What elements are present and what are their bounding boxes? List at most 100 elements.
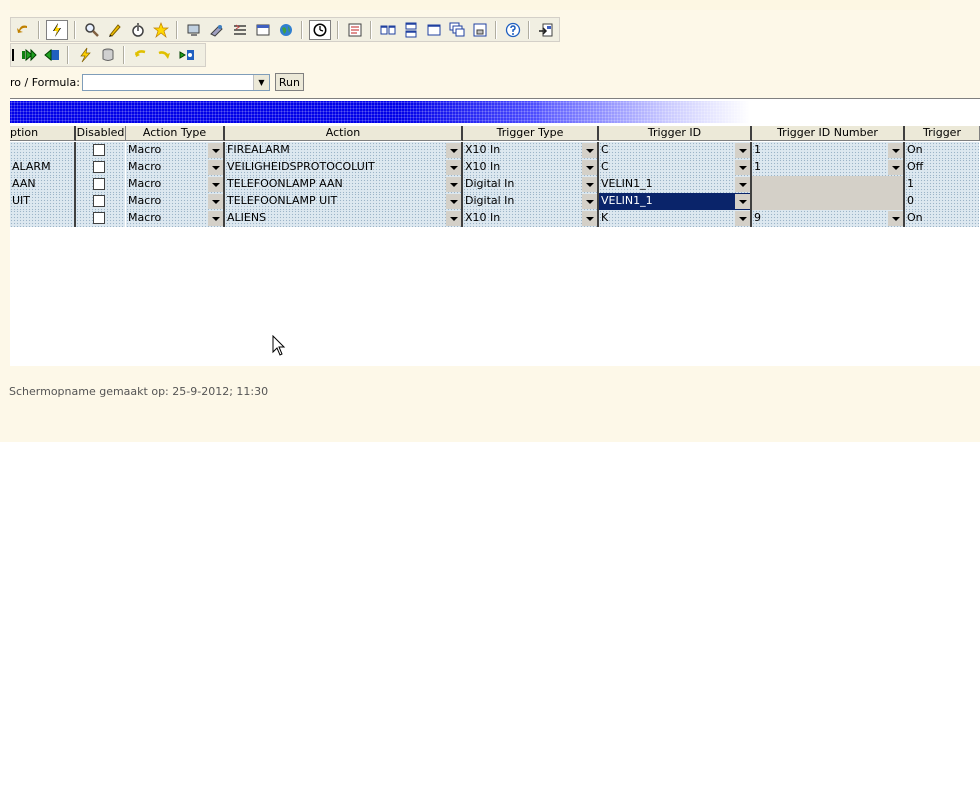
cell-trigger-id[interactable]: C [599,159,752,176]
chevron-down-icon[interactable] [208,160,223,175]
chevron-down-icon[interactable] [582,194,597,209]
chevron-down-icon[interactable] [446,143,461,158]
cell-trigger-id-number[interactable]: 1 [752,142,905,159]
chevron-down-icon[interactable] [735,160,750,175]
cell-description[interactable]: UIT [10,193,76,210]
column-header[interactable]: Trigger ID Number [752,126,905,141]
chevron-down-icon[interactable] [888,211,903,226]
cell-disabled[interactable] [76,142,126,159]
cell-trigger-id[interactable]: K [599,210,752,227]
formula-select[interactable]: ▼ [81,73,270,91]
cell-disabled[interactable] [76,193,126,210]
chevron-down-icon[interactable] [446,194,461,209]
cell-trigger-id-number[interactable] [752,176,905,193]
chevron-down-icon[interactable] [208,211,223,226]
table-row[interactable]: AAN Macro TELEFOONLAMP AAN Digital In VELIN1… [10,176,980,193]
cell-disabled[interactable] [76,159,126,176]
cell-trigger-type[interactable]: Digital In [463,193,599,210]
cell-description[interactable]: AAN [10,176,76,193]
chevron-down-icon[interactable]: ▼ [252,74,269,90]
chevron-down-icon[interactable] [735,194,750,209]
database-icon[interactable] [96,44,119,66]
cell-action[interactable]: ALIENS [225,210,463,227]
cell-trigger-id-number[interactable]: 1 [752,159,905,176]
chevron-down-icon[interactable] [735,143,750,158]
chevron-down-icon[interactable] [582,143,597,158]
run-forward-icon[interactable] [17,44,40,66]
cell-trigger-type[interactable]: X10 In [463,142,599,159]
table-row[interactable]: UIT Macro TELEFOONLAMP UIT Digital In VELIN1… [10,193,980,210]
redo-arrow-icon[interactable] [152,44,175,66]
disabled-checkbox[interactable] [93,212,105,224]
cell-action-type[interactable]: Macro [126,159,225,176]
cell-disabled[interactable] [76,176,126,193]
export-icon[interactable] [175,44,198,66]
cell-trigger-id[interactable]: VELIN1_1 [599,176,752,193]
chevron-down-icon[interactable] [735,211,750,226]
chevron-down-icon[interactable] [582,177,597,192]
chevron-down-icon[interactable] [888,143,903,158]
single-window-icon[interactable] [422,19,445,41]
exit-icon[interactable] [534,19,557,41]
cell-trigger-id[interactable]: C [599,142,752,159]
cell-action-type[interactable]: Macro [126,176,225,193]
chevron-down-icon[interactable] [446,177,461,192]
chevron-down-icon[interactable] [446,160,461,175]
globe-icon[interactable] [274,19,297,41]
cell-description[interactable]: ALARM [10,159,76,176]
disabled-checkbox[interactable] [93,195,105,207]
cell-trigger-type[interactable]: X10 In [463,210,599,227]
cell-action[interactable]: VEILIGHEIDSPROTOCOLUIT [225,159,463,176]
column-header[interactable]: ption [10,126,76,141]
trigger-lightning-icon[interactable] [46,19,68,40]
cell-trigger[interactable]: 1 [905,176,980,193]
table-row[interactable]: Macro FIREALARM X10 In C 1 On [10,142,980,159]
chevron-down-icon[interactable] [208,143,223,158]
chevron-down-icon[interactable] [888,160,903,175]
pencil-icon[interactable] [103,19,126,41]
cascade-icon[interactable] [445,19,468,41]
cell-action[interactable]: TELEFOONLAMP UIT [225,193,463,210]
tile-horizontal-icon[interactable] [376,19,399,41]
cell-trigger-id-number[interactable] [752,193,905,210]
cell-description[interactable] [10,142,76,159]
cell-trigger[interactable]: On [905,210,980,227]
cell-description[interactable] [10,210,76,227]
cell-trigger[interactable]: 0 [905,193,980,210]
star-burst-icon[interactable] [149,19,172,41]
cell-action-type[interactable]: Macro [126,210,225,227]
tile-vertical-icon[interactable] [399,19,422,41]
table-row[interactable]: ALARM Macro VEILIGHEIDSPROTOCOLUIT X10 In C 1… [10,159,980,176]
cell-action[interactable]: TELEFOONLAMP AAN [225,176,463,193]
undo-arrow-icon[interactable] [129,44,152,66]
arrange-icon[interactable] [468,19,491,41]
report-icon[interactable] [343,19,366,41]
cell-action-type[interactable]: Macro [126,193,225,210]
cell-trigger[interactable]: On [905,142,980,159]
column-header[interactable]: Trigger [905,126,980,141]
cell-action-type[interactable]: Macro [126,142,225,159]
chevron-down-icon[interactable] [735,177,750,192]
chevron-down-icon[interactable] [208,194,223,209]
undo-icon[interactable] [11,19,34,41]
chevron-down-icon[interactable] [208,177,223,192]
column-header[interactable]: Action Type [126,126,225,141]
timer-icon[interactable] [126,19,149,41]
column-header[interactable]: Trigger Type [463,126,599,141]
clock-icon[interactable] [309,19,331,40]
monitor-icon[interactable] [182,19,205,41]
cell-action[interactable]: FIREALARM [225,142,463,159]
disabled-checkbox[interactable] [93,161,105,173]
cell-trigger-id-number[interactable]: 9 [752,210,905,227]
run-button[interactable]: Run [274,73,304,91]
magnifier-icon[interactable] [80,19,103,41]
device-tools-icon[interactable] [205,19,228,41]
cell-trigger-type[interactable]: Digital In [463,176,599,193]
disabled-checkbox[interactable] [93,144,105,156]
chevron-down-icon[interactable] [582,211,597,226]
cell-disabled[interactable] [76,210,126,227]
list-settings-icon[interactable] [228,19,251,41]
import-icon[interactable] [40,44,63,66]
window-icon[interactable] [251,19,274,41]
cell-trigger-type[interactable]: X10 In [463,159,599,176]
